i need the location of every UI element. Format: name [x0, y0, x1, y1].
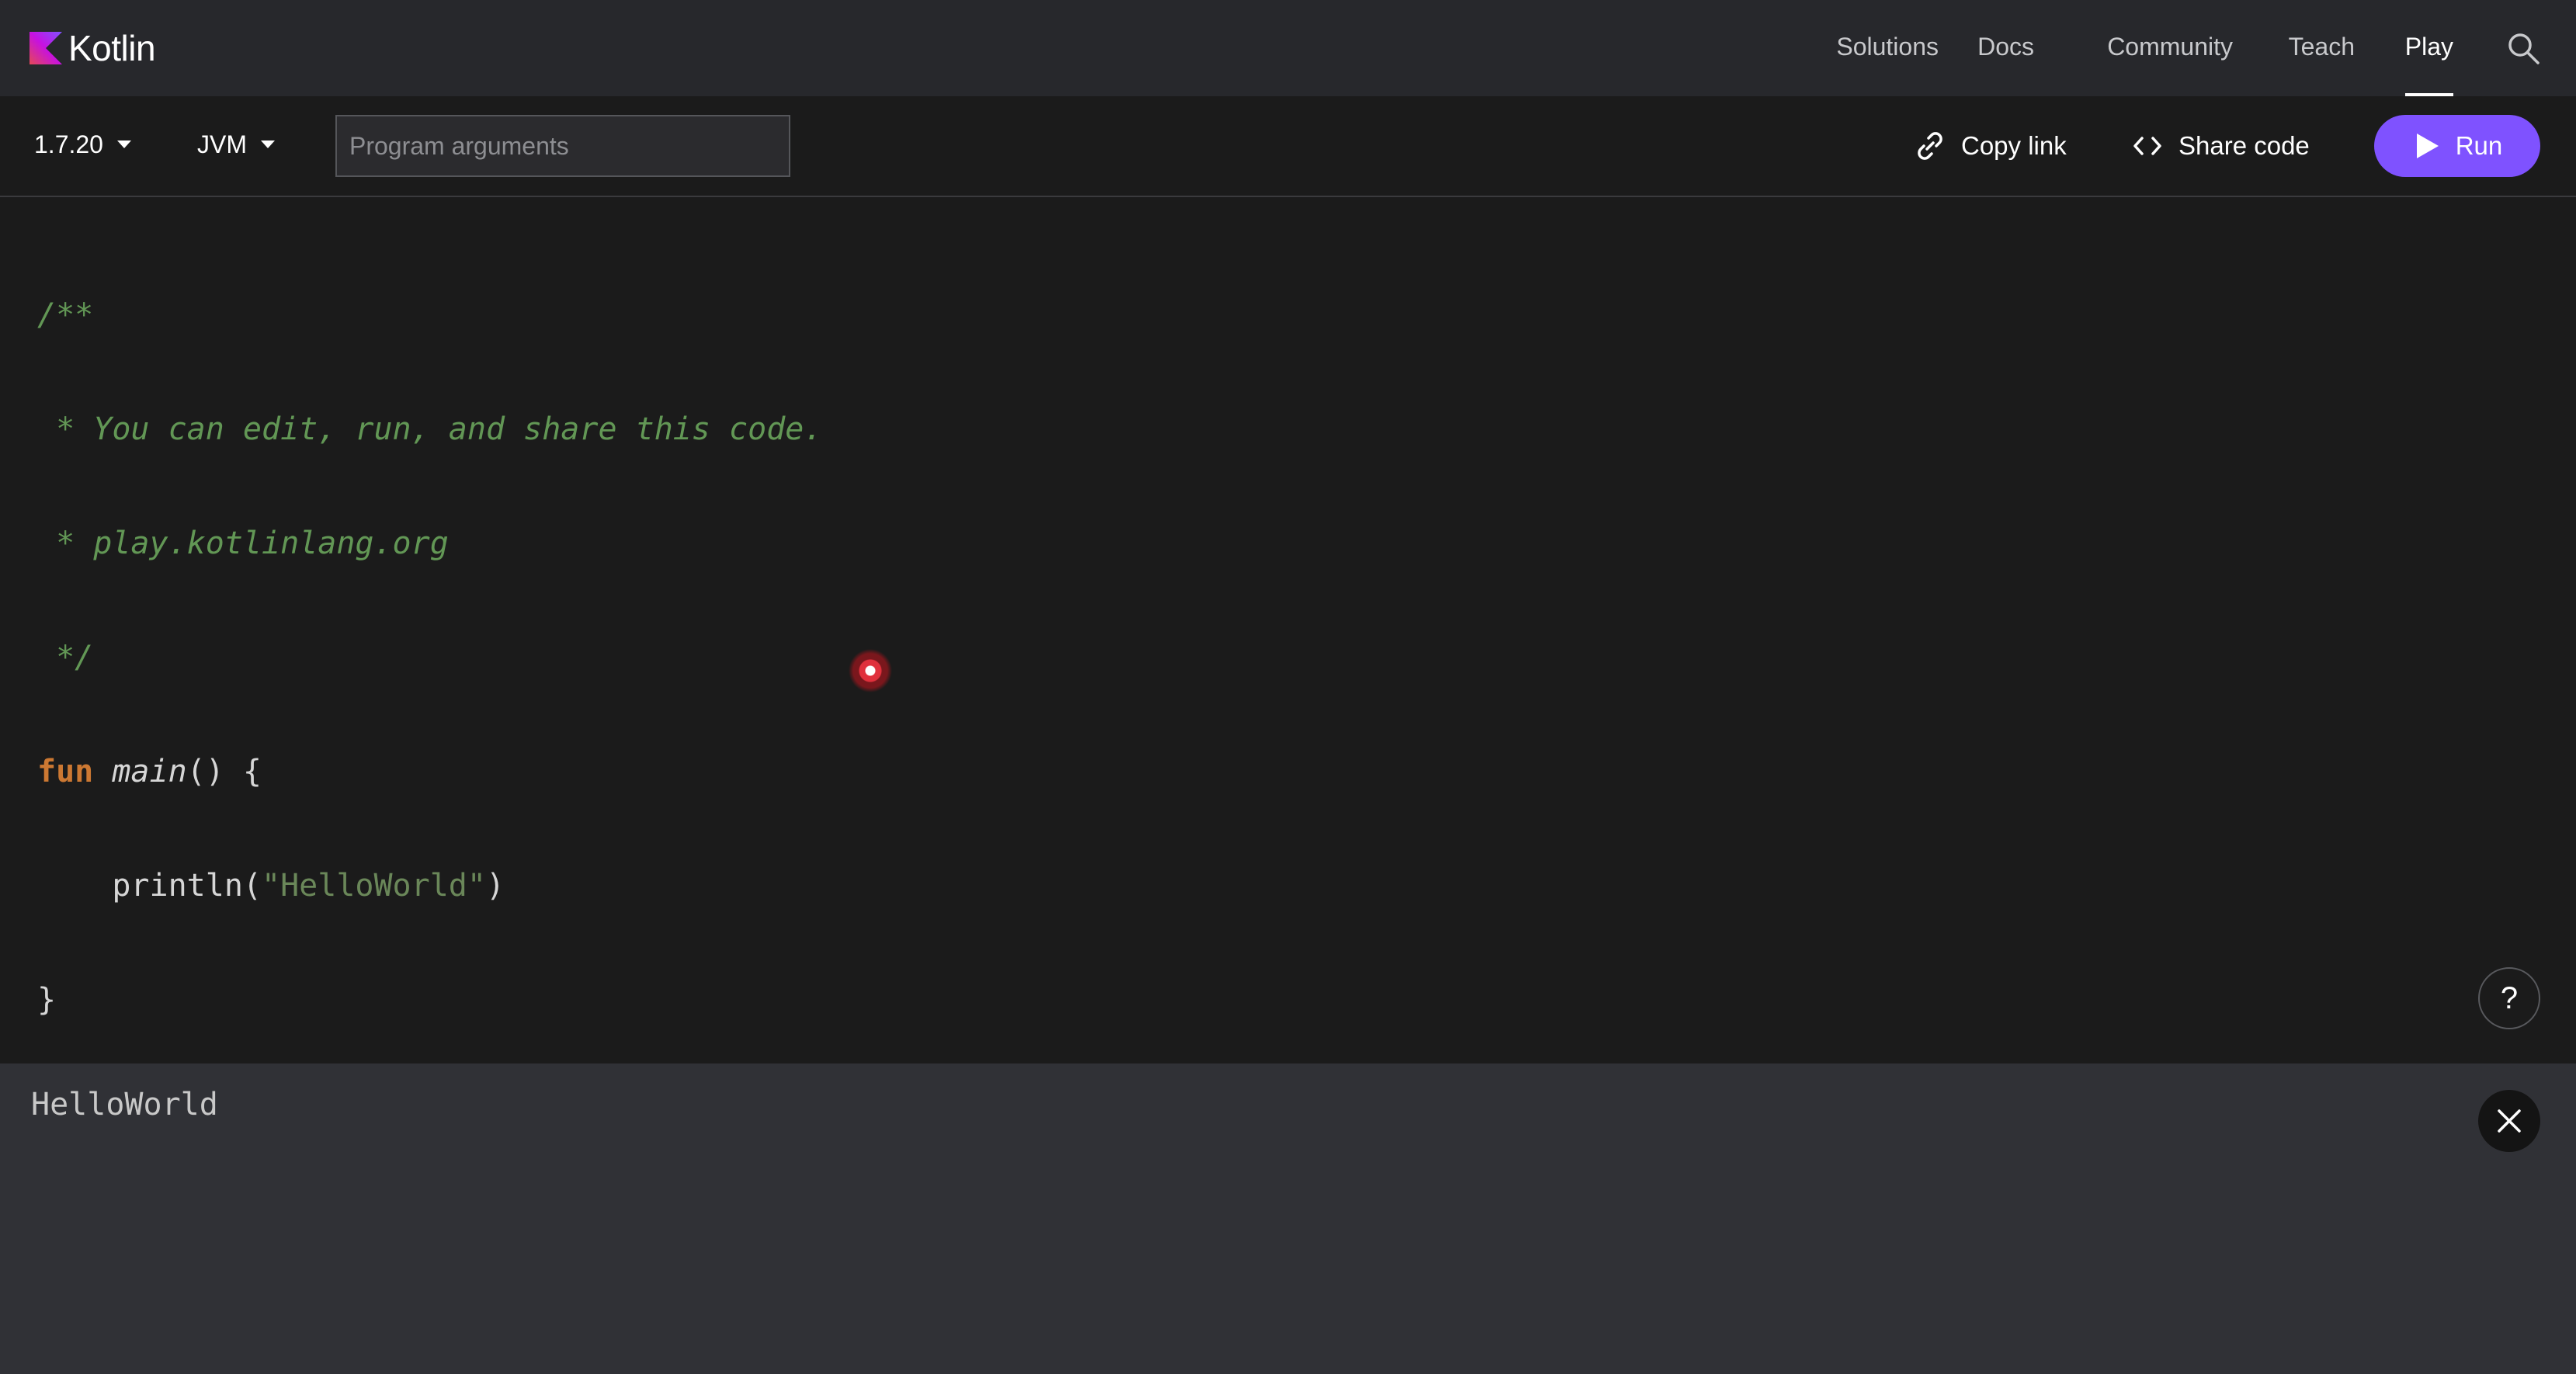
comment-text: * You can edit, run, and share this code… — [37, 411, 823, 447]
nav-item-docs[interactable]: Docs — [1977, 0, 2034, 96]
kotlin-logo-icon — [30, 32, 62, 64]
copy-link-label: Copy link — [1961, 131, 2067, 160]
program-arguments-input[interactable] — [335, 115, 790, 177]
nav-item-teach[interactable]: Teach — [2289, 0, 2355, 96]
code-line: println("HelloWorld") — [37, 867, 822, 905]
kotlin-logo[interactable]: Kotlin — [30, 28, 156, 68]
output-text: HelloWorld — [31, 1087, 218, 1122]
code-line: */ — [37, 639, 822, 677]
code-line: fun main() { — [37, 753, 822, 791]
close-output-button[interactable] — [2478, 1090, 2540, 1152]
code-line: } — [37, 981, 822, 1019]
code-text: println( — [37, 868, 262, 904]
nav-item-play[interactable]: Play — [2404, 0, 2454, 96]
code-content[interactable]: /** * You can edit, run, and share this … — [37, 220, 822, 1095]
top-nav: Kotlin Solutions Docs Community Teach Pl… — [0, 0, 2576, 96]
code-line: /** — [37, 297, 822, 335]
run-button[interactable]: Run — [2374, 115, 2540, 177]
play-icon — [2416, 134, 2439, 158]
code-editor[interactable]: /** * You can edit, run, and share this … — [0, 199, 2576, 1063]
help-button[interactable]: ? — [2478, 967, 2540, 1029]
code-icon — [2133, 137, 2161, 155]
target-select[interactable]: JVM — [197, 123, 275, 166]
code-text: () { — [186, 754, 262, 789]
keyword-text: fun — [37, 754, 94, 789]
comment-text: * play.kotlinlang.org — [37, 526, 449, 561]
version-value: 1.7.20 — [34, 130, 103, 158]
link-icon — [1918, 132, 1942, 160]
target-value: JVM — [197, 130, 247, 158]
code-line: * play.kotlinlang.org — [37, 525, 822, 563]
output-panel: HelloWorld — [0, 1063, 2576, 1374]
run-label: Run — [2455, 131, 2503, 160]
string-literal: "HelloWorld" — [261, 868, 486, 904]
comment-text: /** — [37, 297, 94, 333]
comment-text: */ — [37, 640, 94, 675]
share-code-button[interactable]: Share code — [2130, 115, 2310, 177]
close-icon — [2498, 1109, 2521, 1133]
chevron-down-icon — [261, 141, 275, 148]
pointer-cursor-icon — [849, 649, 892, 692]
brand-name: Kotlin — [68, 28, 156, 68]
nav-item-community[interactable]: Community — [2107, 0, 2233, 96]
code-line: * You can edit, run, and share this code… — [37, 411, 822, 449]
chevron-down-icon — [116, 141, 131, 148]
code-text: } — [37, 982, 57, 1018]
kotlin-playground-page: Kotlin Solutions Docs Community Teach Pl… — [0, 0, 2576, 1374]
share-code-label: Share code — [2178, 131, 2310, 160]
function-name: main — [112, 754, 187, 789]
search-icon[interactable] — [2505, 29, 2542, 67]
nav-item-solutions[interactable]: Solutions — [1836, 0, 1939, 96]
copy-link-button[interactable]: Copy link — [1913, 115, 2067, 177]
code-text: ) — [485, 868, 505, 904]
version-select[interactable]: 1.7.20 — [34, 123, 131, 166]
playground-toolbar: 1.7.20 JVM Copy link Share code — [0, 96, 2576, 197]
